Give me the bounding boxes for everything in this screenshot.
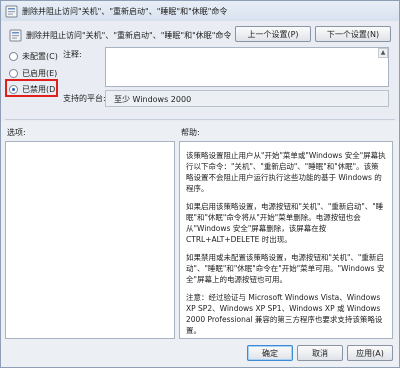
previous-setting-button[interactable]: 上一个设置(P) bbox=[235, 26, 311, 42]
help-section-label: 帮助: bbox=[181, 128, 200, 137]
radio-not-configured[interactable]: 未配置(C) bbox=[9, 51, 58, 62]
next-setting-button[interactable]: 下一个设置(N) bbox=[315, 26, 391, 42]
help-paragraph-2: 如果启用该策略设置，电源按钮和"关机"、"重新启动"、"睡眠"和"休眠"命令将从… bbox=[186, 202, 384, 244]
window-title: 删除并阻止访问"关机"、"重新启动"、"睡眠"和"休眠"命令 bbox=[22, 6, 228, 16]
policy-icon bbox=[5, 5, 18, 17]
disabled-option-highlight bbox=[5, 79, 58, 97]
setting-icon bbox=[9, 29, 22, 42]
radio-not-configured-circle[interactable] bbox=[9, 52, 18, 61]
ok-button[interactable]: 确定 bbox=[247, 345, 293, 361]
help-panel[interactable]: 该策略设置阻止用户从"开始"菜单或"Windows 安全"屏幕执行以下命令："关… bbox=[179, 141, 393, 339]
comment-textbox[interactable]: ▲ bbox=[105, 47, 389, 87]
supported-platform-value: 至少 Windows 2000 bbox=[105, 90, 389, 107]
radio-enabled-label: 已启用(E) bbox=[22, 69, 58, 78]
policy-dialog-window: 删除并阻止访问"关机"、"重新启动"、"睡眠"和"休眠"命令 删除并阻止访问"关… bbox=[0, 0, 400, 368]
radio-enabled-circle[interactable] bbox=[9, 69, 18, 78]
apply-button[interactable]: 应用(A) bbox=[347, 345, 393, 361]
setting-subtitle: 删除并阻止访问"关机"、"重新启动"、"睡眠"和"休眠"命令 bbox=[26, 31, 232, 40]
radio-not-configured-label: 未配置(C) bbox=[22, 52, 58, 61]
cancel-button[interactable]: 取消 bbox=[297, 345, 343, 361]
comment-label: 注释: bbox=[63, 50, 82, 59]
radio-enabled[interactable]: 已启用(E) bbox=[9, 68, 57, 79]
section-divider bbox=[5, 119, 395, 120]
help-paragraph-4: 注意：经过验证与 Microsoft Windows Vista、Windows… bbox=[186, 293, 383, 335]
setting-subtitle-row: 删除并阻止访问"关机"、"重新启动"、"睡眠"和"休眠"命令 bbox=[9, 29, 231, 42]
help-paragraph-1: 该策略设置阻止用户从"开始"菜单或"Windows 安全"屏幕执行以下命令："关… bbox=[186, 151, 386, 193]
title-bar: 删除并阻止访问"关机"、"重新启动"、"睡眠"和"休眠"命令 bbox=[1, 1, 399, 21]
help-paragraph-3: 如果禁用或未配置该策略设置，电源按钮和"关机"、"重新启动"、"睡眠"和"休眠"… bbox=[186, 253, 385, 284]
supported-platform-label: 支持的平台: bbox=[63, 94, 106, 103]
options-section-label: 选项: bbox=[7, 128, 26, 137]
options-panel bbox=[5, 141, 175, 339]
comment-scroll-up-arrow[interactable]: ▲ bbox=[378, 48, 388, 58]
